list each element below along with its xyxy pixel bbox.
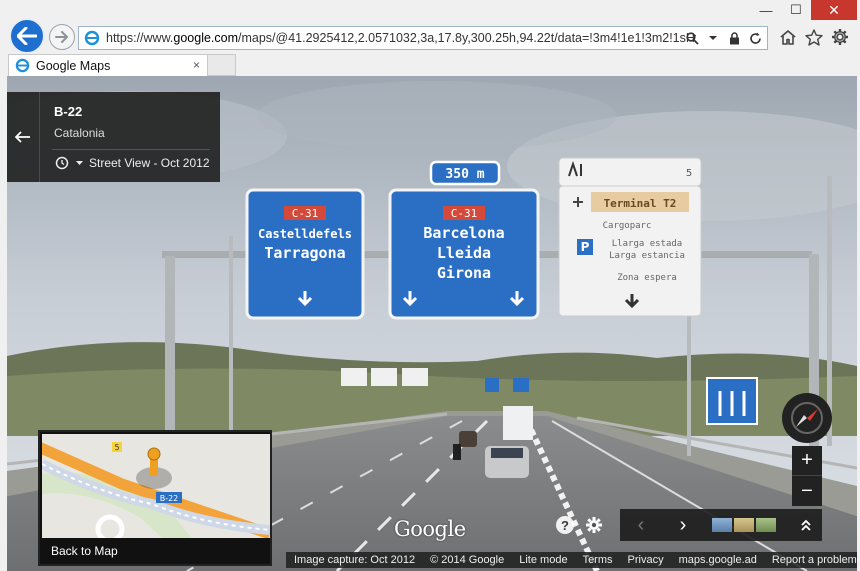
settings-gear-icon[interactable] [584,515,604,535]
dropdown-icon[interactable] [705,30,721,46]
minimap-road-badge: B-22 [160,494,179,503]
sign-left-route: C-31 [292,207,319,220]
url-prefix: https://www. [106,31,174,45]
browser-forward-button[interactable] [49,24,75,50]
chevron-up-double-icon [801,519,811,531]
filmstrip-thumbnail[interactable] [712,518,732,532]
google-logo: Google [394,517,466,541]
arrow-left-icon [15,131,30,143]
sign-mid-line1: Barcelona [423,224,504,242]
location-title: B-22 [54,104,83,119]
filmstrip-next-button[interactable]: › [670,513,696,537]
road-sign-middle: C-31 Barcelona Lleida Girona [388,188,540,320]
address-bar[interactable]: https://www.google.com/maps/@41.2925412,… [78,26,768,50]
browser-back-button[interactable] [9,18,45,54]
map-footer: Image capture: Oct 2012 © 2014 Google Li… [286,552,857,568]
tab-close-button[interactable]: × [193,58,200,72]
image-capture-date: Image capture: Oct 2012 [294,554,416,566]
refresh-icon[interactable] [747,30,763,46]
url-text[interactable]: https://www.google.com/maps/@41.2925412,… [106,31,696,45]
home-icon[interactable] [778,26,798,48]
sign-left-line2: Tarragona [264,244,345,262]
favorites-star-icon[interactable] [804,26,824,48]
road-sign-distance: 350 m [429,160,501,186]
url-domain: google.com [173,31,239,45]
sign-right-parking1: Llarga estada [612,239,682,249]
tab-google-maps[interactable]: Google Maps × [8,54,208,76]
lite-mode-link[interactable]: Lite mode [519,554,567,566]
minimap-route-badge: 5 [114,443,119,452]
road-sign-left: C-31 Castelldefels Tarragona [245,188,365,320]
minimap[interactable]: 5 B-22 Back to Map [38,430,272,566]
zoom-in-button[interactable]: + [792,446,822,476]
arrow-left-icon [17,27,37,45]
compass-control[interactable] [782,393,832,443]
sign-mid-line2: Lleida [437,244,491,262]
road-sign-right: 5 Terminal T2 Cargoparc P Llarga estada … [558,157,702,317]
settings-gear-icon[interactable] [830,26,850,48]
new-tab-button[interactable] [208,54,236,76]
history-selector[interactable]: Street View - Oct 2012 [54,156,210,170]
sign-right-zone: Zona espera [617,273,677,283]
photo-filmstrip: ‹ › [620,509,822,541]
filmstrip-prev-button[interactable]: ‹ [628,513,654,537]
sign-right-number: 5 [686,168,692,179]
sign-mid-route: C-31 [451,207,478,220]
report-problem-link[interactable]: Report a problem [772,554,857,566]
filmstrip-thumbnail[interactable] [756,518,776,532]
browser-navbar: https://www.google.com/maps/@41.2925412,… [0,16,860,56]
history-label: Street View - Oct 2012 [89,156,210,170]
ie-logo-icon [84,30,100,46]
svg-text:P: P [581,240,590,254]
help-icon[interactable]: ? [556,516,574,534]
search-icon[interactable] [684,30,700,46]
compass-icon [791,402,823,434]
filmstrip-thumbnail[interactable] [734,518,754,532]
tab-title: Google Maps [36,58,111,73]
terms-link[interactable]: Terms [583,554,613,566]
privacy-link[interactable]: Privacy [628,554,664,566]
clock-history-icon [55,156,69,170]
ie-logo-icon [15,58,30,73]
lock-icon[interactable] [726,30,742,46]
sign-right-parking2: Larga estancia [609,251,685,261]
chevron-down-icon [76,160,83,165]
tab-strip: Google Maps × [0,54,860,76]
arrow-right-icon [55,31,68,43]
minimap-canvas[interactable]: 5 B-22 [42,434,270,538]
sign-right-cargo: Cargoparc [603,221,652,231]
sign-mid-line3: Girona [437,264,491,282]
info-back-button[interactable] [7,92,40,182]
zoom-out-button[interactable]: − [792,476,822,506]
sign-left-line1: Castelldefels [258,227,352,241]
back-to-map-link[interactable]: Back to Map [51,544,118,558]
location-subtitle: Catalonia [54,126,105,140]
sign-right-terminal: Terminal T2 [604,197,677,210]
info-divider [52,149,210,150]
domain-link[interactable]: maps.google.ad [679,554,757,566]
filmstrip-expand-button[interactable] [796,515,816,535]
url-path: /maps/@41.2925412,2.0571032,3a,17.8y,300… [238,31,696,45]
location-info-card: B-22 Catalonia Street View - Oct 2012 [7,92,220,182]
sign-distance-text: 350 m [445,167,484,182]
copyright-text: © 2014 Google [430,554,505,566]
